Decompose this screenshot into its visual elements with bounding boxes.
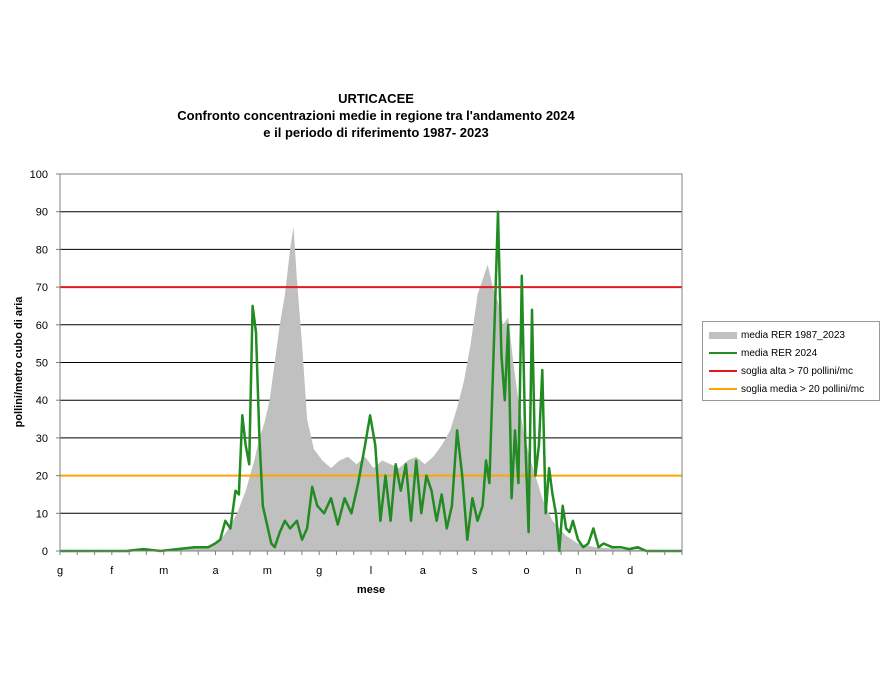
legend-label: media RER 1987_2023 — [741, 329, 845, 341]
x-tick-label: f — [110, 565, 114, 577]
legend-label: media RER 2024 — [741, 347, 818, 359]
y-tick-label: 10 — [36, 508, 48, 520]
y-axis-label: pollini/metro cubo di aria — [13, 296, 25, 428]
x-tick-label: s — [472, 565, 478, 577]
y-tick-label: 20 — [36, 471, 48, 483]
y-tick-label: 30 — [36, 433, 48, 445]
x-tick-label: g — [316, 565, 322, 577]
x-axis: gfmamglasond — [57, 551, 683, 577]
legend-swatch-red — [709, 370, 737, 372]
y-tick-label: 70 — [36, 282, 48, 294]
y-tick-label: 60 — [36, 320, 48, 332]
y-tick-label: 0 — [42, 546, 48, 558]
x-tick-label: m — [159, 565, 168, 577]
x-tick-label: d — [627, 565, 633, 577]
x-axis-label: mese — [357, 584, 385, 596]
y-tick-label: 90 — [36, 207, 48, 219]
chart-legend: media RER 1987_2023 media RER 2024 sogli… — [702, 321, 880, 401]
legend-item-soglia-alta: soglia alta > 70 pollini/mc — [709, 363, 853, 379]
legend-swatch-area — [709, 331, 737, 339]
legend-item-soglia-media: soglia media > 20 pollini/mc — [709, 381, 864, 397]
legend-item-media-2024: media RER 2024 — [709, 345, 817, 361]
x-tick-label: a — [212, 565, 219, 577]
x-tick-label: g — [57, 565, 63, 577]
y-tick-label: 40 — [36, 395, 48, 407]
legend-label: soglia alta > 70 pollini/mc — [741, 365, 854, 377]
y-axis: 0 10 20 30 40 50 60 70 80 90 100 — [30, 169, 60, 558]
y-tick-label: 50 — [36, 358, 48, 370]
x-tick-label: o — [523, 565, 529, 577]
x-tick-label: n — [575, 565, 581, 577]
legend-swatch-orange — [709, 388, 737, 390]
legend-swatch-green — [709, 352, 737, 354]
legend-item-media-1987-2023: media RER 1987_2023 — [709, 327, 845, 343]
y-tick-label: 80 — [36, 244, 48, 256]
x-tick-label: m — [263, 565, 272, 577]
y-tick-label: 100 — [30, 169, 48, 181]
x-tick-label: a — [420, 565, 427, 577]
legend-label: soglia media > 20 pollini/mc — [741, 383, 865, 395]
x-tick-label: l — [370, 565, 372, 577]
